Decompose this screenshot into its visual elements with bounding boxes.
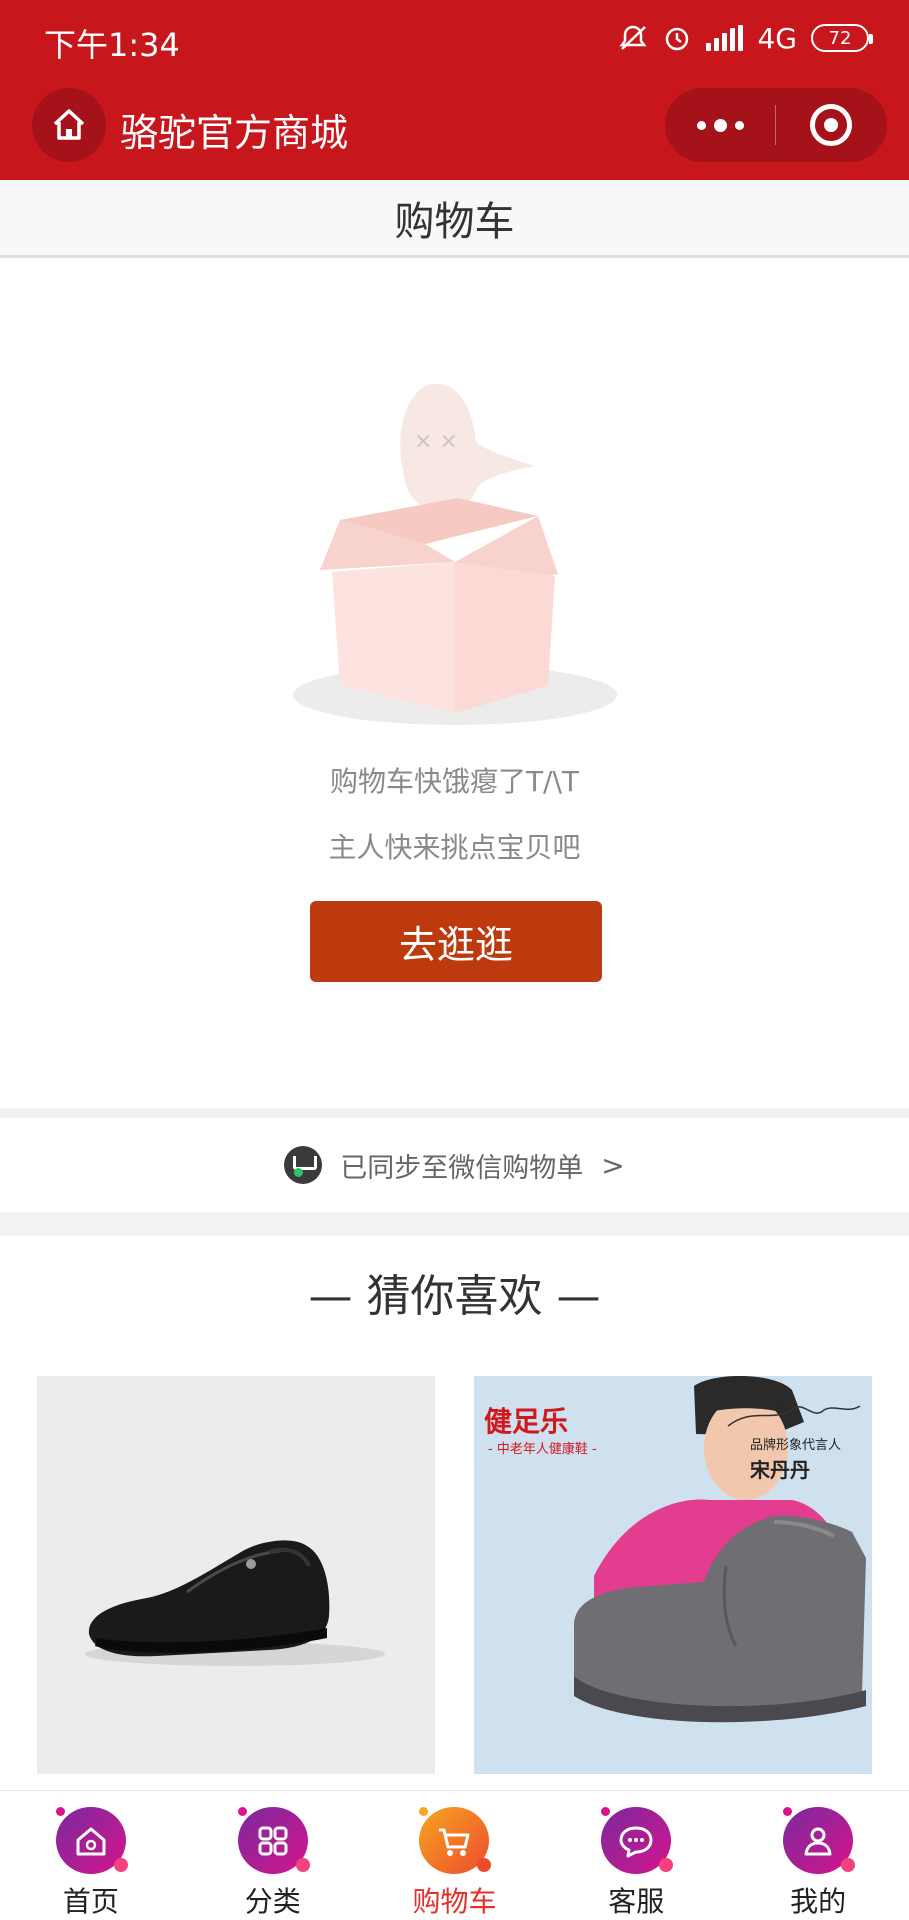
cart-icon bbox=[419, 1807, 492, 1874]
svg-text:× ×: × × bbox=[414, 429, 458, 454]
go-shopping-button[interactable]: 去逛逛 bbox=[310, 901, 602, 982]
close-mini-program-button[interactable] bbox=[776, 88, 886, 162]
shop-title: 骆驼官方商城 bbox=[120, 111, 349, 155]
tab-label: 我的 bbox=[790, 1885, 847, 1918]
status-icons: 4G 72 bbox=[618, 16, 873, 60]
page-header: 购物车 bbox=[0, 180, 909, 258]
tab-label: 购物车 bbox=[412, 1885, 497, 1918]
tab-label: 客服 bbox=[608, 1885, 665, 1918]
top-bar: 下午1:34 4G 72 骆驼官方商城 bbox=[0, 0, 909, 180]
sync-text: 已同步至微信购物单 bbox=[340, 1152, 584, 1184]
title-bar: 骆驼官方商城 bbox=[0, 84, 909, 174]
service-icon bbox=[601, 1807, 674, 1874]
battery-level: 72 bbox=[828, 27, 852, 49]
mute-icon bbox=[619, 25, 647, 50]
tab-service[interactable]: 客服 bbox=[545, 1791, 727, 1920]
page-title: 购物车 bbox=[394, 198, 515, 245]
empty-cart-message: 购物车快饿瘪了T/\T bbox=[329, 765, 580, 798]
recommend-title: — 猜你喜欢 — bbox=[308, 1271, 601, 1322]
tab-label: 首页 bbox=[62, 1885, 119, 1918]
alarm-icon bbox=[666, 27, 689, 51]
wechat-cart-icon bbox=[284, 1146, 323, 1184]
wechat-sync-link[interactable]: 已同步至微信购物单 > bbox=[0, 1118, 909, 1212]
ambassador-name: 宋丹丹 bbox=[750, 1458, 810, 1482]
product-image-loafer bbox=[85, 1540, 385, 1666]
profile-icon bbox=[783, 1807, 856, 1874]
home-button[interactable] bbox=[32, 88, 106, 162]
empty-cart-hint: 主人快来挑点宝贝吧 bbox=[328, 831, 581, 864]
network-type: 4G bbox=[757, 21, 797, 55]
status-time: 下午1:34 bbox=[44, 26, 180, 64]
product-card[interactable] bbox=[37, 1376, 435, 1774]
mini-program-capsule bbox=[665, 88, 887, 162]
section-divider bbox=[0, 1108, 909, 1118]
bottom-tab-bar: 首页 分类 购物车 客服 我的 bbox=[0, 1790, 909, 1920]
tab-profile[interactable]: 我的 bbox=[727, 1791, 909, 1920]
home-icon bbox=[55, 1807, 128, 1874]
tab-cart[interactable]: 购物车 bbox=[364, 1791, 546, 1920]
brand-logo-text: 健足乐 bbox=[484, 1405, 569, 1438]
target-icon bbox=[810, 104, 852, 146]
empty-box-illustration: × × bbox=[293, 383, 617, 725]
product-card[interactable]: 健足乐 - 中老年人健康鞋 - 品牌形象代言人 宋丹丹 bbox=[474, 1376, 872, 1774]
more-menu-button[interactable] bbox=[665, 88, 775, 162]
tab-category[interactable]: 分类 bbox=[182, 1791, 364, 1920]
signature-graphic bbox=[727, 1405, 861, 1427]
ambassador-label: 品牌形象代言人 bbox=[750, 1438, 842, 1453]
tab-home[interactable]: 首页 bbox=[0, 1791, 182, 1920]
section-divider bbox=[0, 1212, 909, 1236]
chevron-right-icon: > bbox=[601, 1148, 625, 1182]
home-icon bbox=[53, 109, 85, 140]
signal-icon bbox=[706, 25, 744, 51]
status-bar: 下午1:34 4G 72 bbox=[0, 0, 909, 78]
category-icon bbox=[237, 1807, 310, 1874]
brand-tagline: - 中老年人健康鞋 - bbox=[488, 1442, 597, 1457]
battery-icon: 72 bbox=[811, 24, 873, 52]
tab-label: 分类 bbox=[244, 1885, 301, 1918]
